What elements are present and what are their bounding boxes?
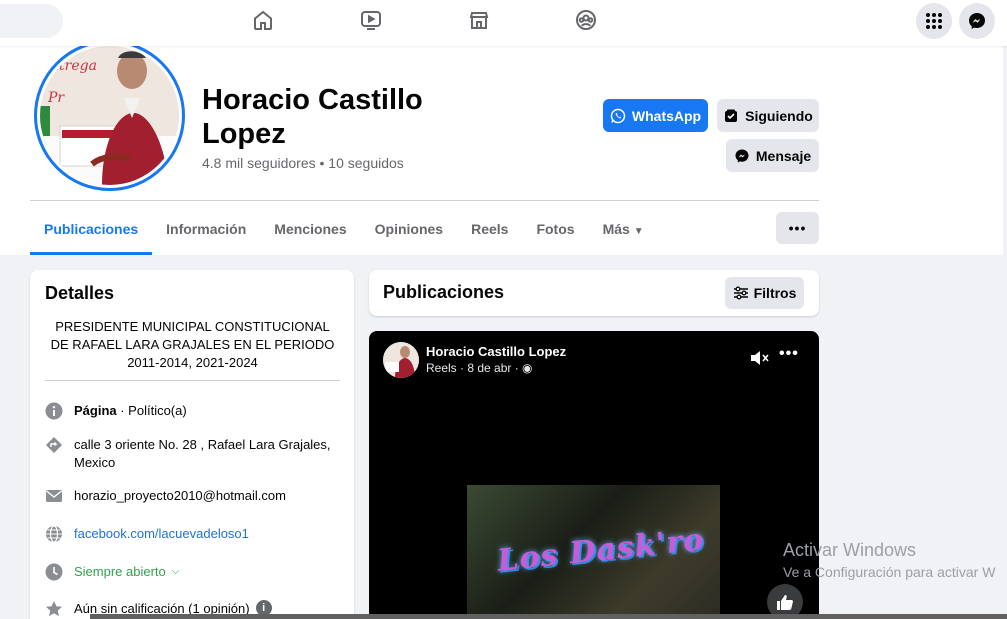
post-options-icon[interactable]: ••• (779, 345, 799, 363)
tab-mas[interactable]: Más ▼ (589, 210, 658, 255)
tab-publicaciones[interactable]: Publicaciones (30, 210, 153, 255)
avatar-photo: ntrega Pr (40, 46, 179, 185)
followers-count[interactable]: 4.8 mil seguidores • 10 seguidos (202, 155, 404, 171)
following-label: Siguiendo (745, 107, 813, 124)
svg-text:Pr: Pr (47, 90, 65, 106)
filter-label: Filtros (753, 285, 797, 301)
menu-grid-icon[interactable] (916, 3, 952, 39)
hours-text[interactable]: Siempre abierto (74, 563, 166, 581)
message-button[interactable]: Mensaje (726, 139, 819, 172)
horizontal-scrollbar[interactable] (90, 614, 1007, 619)
messenger-small-icon (735, 149, 749, 162)
tab-fotos[interactable]: Fotos (522, 210, 588, 255)
page-title: Horacio Castillo Lopez (202, 84, 423, 150)
message-label: Mensaje (755, 147, 812, 164)
svg-text:ntrega: ntrega (50, 58, 97, 74)
email-icon (45, 487, 63, 505)
whatsapp-icon (610, 108, 626, 123)
windows-activation-title: Activar Windows (783, 540, 917, 560)
filter-icon (733, 286, 748, 300)
top-navigation-bar (0, 0, 1007, 46)
location-icon (45, 436, 63, 454)
video-thumbnail[interactable]: Los Dask'ro (467, 485, 720, 619)
ellipsis-icon: ••• (788, 220, 807, 236)
tab-menciones[interactable]: Menciones (260, 210, 360, 255)
tab-informacion[interactable]: Información (152, 210, 260, 255)
profile-avatar[interactable]: ntrega Pr (34, 40, 185, 191)
chevron-down-icon[interactable]: ⌵ (172, 563, 180, 581)
following-icon (725, 109, 738, 122)
header-divider (30, 200, 819, 201)
public-globe-icon: ◉ (522, 361, 533, 375)
website-link[interactable]: facebook.com/lacuevadeloso1 (74, 525, 249, 543)
details-card: Detalles PRESIDENTE MUNICIPAL CONSTITUCI… (30, 270, 354, 619)
profile-header: ntrega Pr Horacio Castillo Lopez 4.8 mil… (0, 40, 1007, 255)
bio-text: PRESIDENTE MUNICIPAL CONSTITUCIONAL DE R… (50, 319, 335, 370)
clock-icon (45, 563, 63, 581)
post-meta: Reels · 8 de abr · ◉ (426, 361, 533, 375)
caret-down-icon: ▼ (633, 226, 644, 237)
following-button[interactable]: Siguiendo (717, 99, 819, 132)
hours-row: Siempre abierto ⌵ (45, 563, 345, 581)
messenger-icon[interactable] (959, 3, 995, 39)
groups-icon[interactable] (574, 8, 598, 32)
reel-post[interactable]: Horacio Castillo Lopez Reels · 8 de abr … (369, 331, 819, 619)
post-meta-text: Reels · 8 de abr · (426, 361, 523, 375)
email-text[interactable]: horazio_proyecto2010@hotmail.com (74, 487, 286, 505)
page-label: Página (74, 403, 117, 418)
star-icon (45, 600, 63, 618)
globe-icon (45, 525, 63, 543)
post-author-name[interactable]: Horacio Castillo Lopez (426, 344, 566, 359)
mute-icon[interactable] (749, 348, 769, 368)
more-options-button[interactable]: ••• (776, 212, 819, 244)
thumbs-up-icon (777, 595, 793, 610)
address-row: calle 3 oriente No. 28 , Rafael Lara Gra… (45, 436, 345, 472)
address-text: calle 3 oriente No. 28 , Rafael Lara Gra… (74, 437, 331, 470)
video-logo-text: Los Dask'ro (495, 522, 706, 579)
video-icon[interactable] (359, 8, 383, 32)
page-category: · Político(a) (116, 403, 187, 418)
posts-title: Publicaciones (383, 282, 505, 302)
tab-mas-label: Más (602, 221, 630, 237)
posts-header-card: Publicaciones Filtros (369, 270, 819, 316)
tab-opiniones[interactable]: Opiniones (361, 210, 457, 255)
whatsapp-label: WhatsApp (631, 107, 702, 124)
details-divider (45, 380, 340, 381)
whatsapp-button[interactable]: WhatsApp (603, 99, 708, 132)
details-title: Detalles (45, 283, 115, 303)
windows-activation-subtitle: Ve a Configuración para activar W (783, 564, 996, 580)
post-author-avatar[interactable] (383, 342, 419, 378)
right-gutter (1003, 46, 1007, 616)
marketplace-icon[interactable] (467, 8, 491, 32)
tab-reels[interactable]: Reels (457, 210, 522, 255)
website-row: facebook.com/lacuevadeloso1 (45, 525, 345, 543)
email-row: horazio_proyecto2010@hotmail.com (45, 487, 345, 505)
home-icon[interactable] (251, 8, 275, 32)
search-field[interactable] (0, 4, 63, 38)
filter-button[interactable]: Filtros (725, 277, 804, 309)
page-category-row: Página · Político(a) (45, 402, 345, 420)
info-icon (45, 402, 63, 420)
profile-tabs: Publicaciones Información Menciones Opin… (30, 210, 658, 255)
